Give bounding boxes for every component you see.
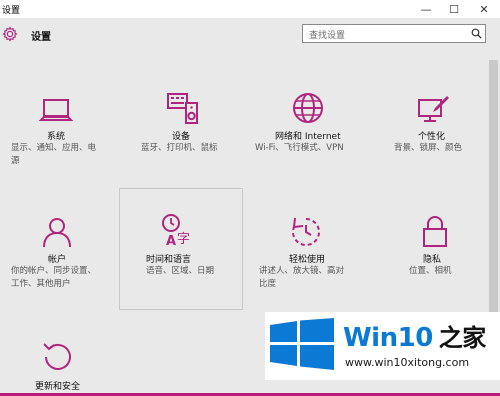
minimize-button[interactable]: —: [412, 0, 440, 18]
tile-devices[interactable]: 设备 蓝牙、打印机、鼠标: [124, 66, 248, 188]
watermark-brand-latin: Win10: [343, 323, 433, 353]
tile-desc: 背景、锁屏、颜色: [394, 143, 463, 153]
ease-of-access-icon: [292, 217, 320, 246]
time-language-icon: A 字: [162, 214, 190, 247]
tile-update-security[interactable]: 更新和安全: [0, 314, 124, 394]
tile-name: 隐私: [423, 255, 442, 265]
tile-privacy[interactable]: 隐私 位置、相机: [372, 188, 496, 310]
tile-ease-of-access[interactable]: 轻松使用 讲述人、放大镜、高对 比度: [248, 188, 372, 310]
window-title: 设置: [2, 6, 21, 16]
tile-desc: 讲述人、放大镜、高对 比度: [259, 266, 345, 289]
tile-desc: 你的帐户、同步设置、 工作、其他用户: [11, 266, 97, 289]
tile-time-language[interactable]: A 字 时间和语言 语音、区域、日期: [119, 188, 243, 310]
search-button[interactable]: [468, 26, 484, 41]
svg-text:A: A: [166, 234, 176, 247]
tile-name: 帐户: [48, 255, 67, 265]
maximize-button[interactable]: ☐: [440, 0, 468, 18]
tile-name: 系统: [47, 132, 66, 142]
paint-brush-screen-icon: [418, 96, 449, 122]
watermark-logo: Win10 之家 www.win10xitong.com: [265, 312, 500, 380]
tile-desc: 显示、通知、应用、电 源: [11, 143, 97, 166]
svg-text:字: 字: [177, 232, 190, 247]
tile-desc: Wi-Fi、飞行模式、VPN: [255, 143, 344, 153]
tile-name: 时间和语言: [146, 255, 192, 265]
search-placeholder: 查找设置: [309, 31, 346, 41]
tile-desc: 位置、相机: [409, 266, 452, 276]
tile-personalization[interactable]: 个性化 背景、锁屏、颜色: [372, 66, 496, 188]
page-title: 设置: [31, 32, 51, 43]
settings-header: 设置 查找设置: [0, 18, 500, 56]
tile-name: 设备: [172, 132, 191, 142]
tile-name: 个性化: [418, 132, 446, 142]
globe-icon: [293, 93, 323, 123]
watermark-url: www.win10xitong.com: [345, 356, 470, 369]
windows-logo-icon: [270, 318, 334, 370]
lock-icon: [423, 216, 447, 247]
gear-icon: [2, 26, 18, 42]
tile-system[interactable]: 系统 显示、通知、应用、电 源: [0, 66, 124, 188]
close-button[interactable]: ✕: [470, 0, 498, 18]
tile-desc: 语音、区域、日期: [146, 266, 215, 276]
person-icon: [43, 218, 71, 248]
close-icon: ✕: [479, 2, 489, 16]
tile-network[interactable]: 网络和 Internet Wi-Fi、飞行模式、VPN: [248, 66, 372, 188]
search-input[interactable]: 查找设置: [302, 24, 486, 43]
tile-name: 网络和 Internet: [275, 132, 341, 142]
tile-accounts[interactable]: 帐户 你的帐户、同步设置、 工作、其他用户: [0, 188, 124, 310]
search-icon: [471, 28, 482, 39]
title-bar: 设置 — ☐ ✕: [0, 0, 500, 18]
tile-name: 轻松使用: [289, 255, 326, 265]
tile-desc: 蓝牙、打印机、鼠标: [141, 143, 218, 153]
keyboard-speaker-icon: [167, 93, 198, 124]
maximize-icon: ☐: [449, 2, 459, 16]
laptop-icon: [39, 99, 73, 121]
minimize-icon: —: [420, 2, 432, 16]
watermark-brand: Win10 之家: [343, 318, 486, 353]
refresh-icon: [43, 343, 71, 370]
watermark-brand-zh: 之家: [438, 324, 487, 352]
tile-name: 更新和安全: [35, 382, 81, 392]
